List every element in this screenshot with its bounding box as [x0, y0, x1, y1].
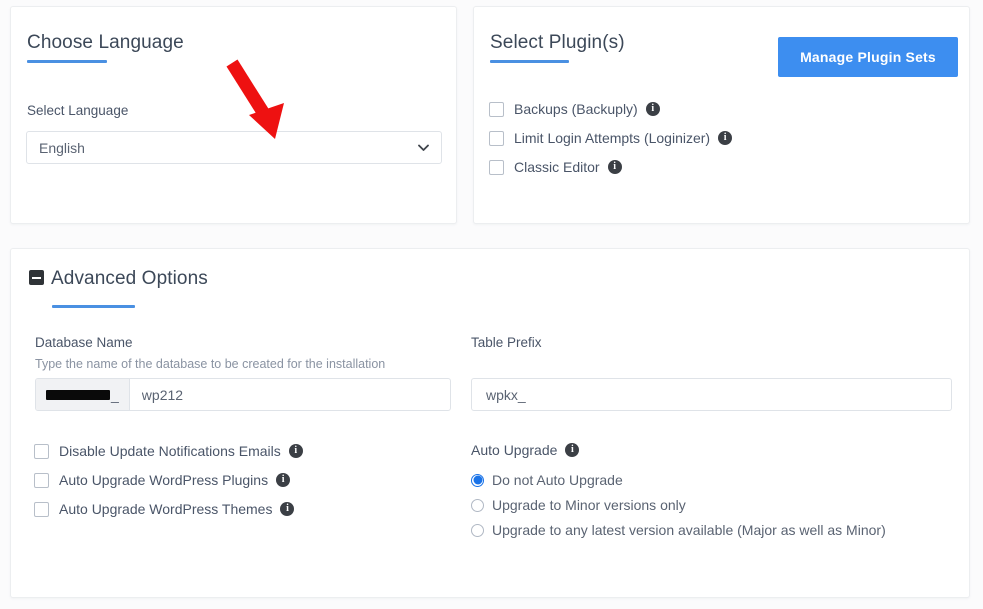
option-row-disable-update-emails[interactable]: Disable Update Notifications Emails i: [34, 443, 303, 459]
plugin-label-classic-editor: Classic Editor: [514, 159, 600, 175]
language-select-value: English: [39, 139, 85, 156]
advanced-options-title: Advanced Options: [51, 268, 208, 289]
info-icon[interactable]: i: [645, 102, 660, 116]
auto-upgrade-option-label-any-latest: Upgrade to any latest version available …: [492, 522, 886, 538]
installer-page: Choose Language Select Language English …: [0, 0, 983, 609]
option-label-disable-update-emails: Disable Update Notifications Emails: [59, 443, 281, 459]
plugin-row-limit-login-attempts[interactable]: Limit Login Attempts (Loginizer) i: [489, 130, 733, 146]
language-select[interactable]: English: [26, 131, 442, 164]
auto-upgrade-radio-any-latest[interactable]: [471, 523, 484, 537]
choose-language-accent-bar: [27, 60, 107, 63]
info-icon[interactable]: i: [280, 502, 295, 516]
option-label-auto-upgrade-themes: Auto Upgrade WordPress Themes: [59, 501, 273, 517]
info-icon[interactable]: i: [276, 473, 291, 487]
info-icon[interactable]: i: [718, 131, 733, 145]
auto-upgrade-option-any-latest[interactable]: Upgrade to any latest version available …: [471, 522, 886, 538]
redacted-prefix-bar: [46, 389, 110, 400]
database-name-help-text: Type the name of the database to be crea…: [35, 357, 386, 371]
database-name-input[interactable]: [129, 379, 450, 410]
advanced-options-card: Advanced Options Database Name Type the …: [10, 248, 970, 598]
plugin-row-classic-editor[interactable]: Classic Editor i: [489, 159, 622, 175]
plugin-label-limit-login-attempts: Limit Login Attempts (Loginizer): [514, 130, 711, 146]
auto-upgrade-option-label-minor: Upgrade to Minor versions only: [492, 497, 686, 513]
plugin-row-backups[interactable]: Backups (Backuply) i: [489, 101, 660, 117]
auto-upgrade-radio-minor[interactable]: [471, 498, 484, 512]
minus-square-icon[interactable]: [29, 270, 44, 285]
choose-language-card: Choose Language Select Language English: [10, 6, 457, 224]
plugin-checkbox-backups[interactable]: [489, 101, 504, 117]
auto-upgrade-group-label-row: Auto Upgrade i: [471, 442, 580, 458]
option-row-auto-upgrade-plugins[interactable]: Auto Upgrade WordPress Plugins i: [34, 472, 291, 488]
auto-upgrade-option-do-not[interactable]: Do not Auto Upgrade: [471, 472, 623, 488]
database-prefix-suffix: _: [111, 386, 119, 403]
database-name-input-group[interactable]: _: [35, 378, 451, 411]
plugin-label-backups: Backups (Backuply): [514, 101, 638, 117]
option-row-auto-upgrade-themes[interactable]: Auto Upgrade WordPress Themes i: [34, 501, 295, 517]
option-checkbox-auto-upgrade-plugins[interactable]: [34, 472, 49, 488]
select-language-label: Select Language: [27, 103, 129, 118]
select-plugins-card: Select Plugin(s) Manage Plugin Sets Back…: [473, 6, 970, 224]
auto-upgrade-radio-do-not[interactable]: [471, 473, 484, 487]
option-checkbox-auto-upgrade-themes[interactable]: [34, 501, 49, 517]
chevron-down-icon: [418, 142, 429, 153]
info-icon[interactable]: i: [288, 444, 303, 458]
advanced-options-accent-bar: [52, 305, 135, 308]
choose-language-title: Choose Language: [27, 32, 184, 53]
database-name-label: Database Name: [35, 335, 133, 350]
auto-upgrade-option-minor[interactable]: Upgrade to Minor versions only: [471, 497, 686, 513]
database-prefix-addon: _: [36, 379, 130, 410]
option-checkbox-disable-update-emails[interactable]: [34, 443, 49, 459]
plugin-checkbox-limit-login-attempts[interactable]: [489, 130, 504, 146]
select-plugins-title: Select Plugin(s): [490, 32, 625, 53]
plugin-checkbox-classic-editor[interactable]: [489, 159, 504, 175]
select-plugins-accent-bar: [490, 60, 569, 63]
info-icon[interactable]: i: [607, 160, 622, 174]
auto-upgrade-option-label-do-not: Do not Auto Upgrade: [492, 472, 623, 488]
manage-plugin-sets-button[interactable]: Manage Plugin Sets: [778, 37, 958, 77]
table-prefix-label: Table Prefix: [471, 335, 542, 350]
table-prefix-input[interactable]: [471, 378, 952, 411]
auto-upgrade-label: Auto Upgrade: [471, 442, 558, 458]
info-icon[interactable]: i: [565, 443, 580, 457]
option-label-auto-upgrade-plugins: Auto Upgrade WordPress Plugins: [59, 472, 269, 488]
